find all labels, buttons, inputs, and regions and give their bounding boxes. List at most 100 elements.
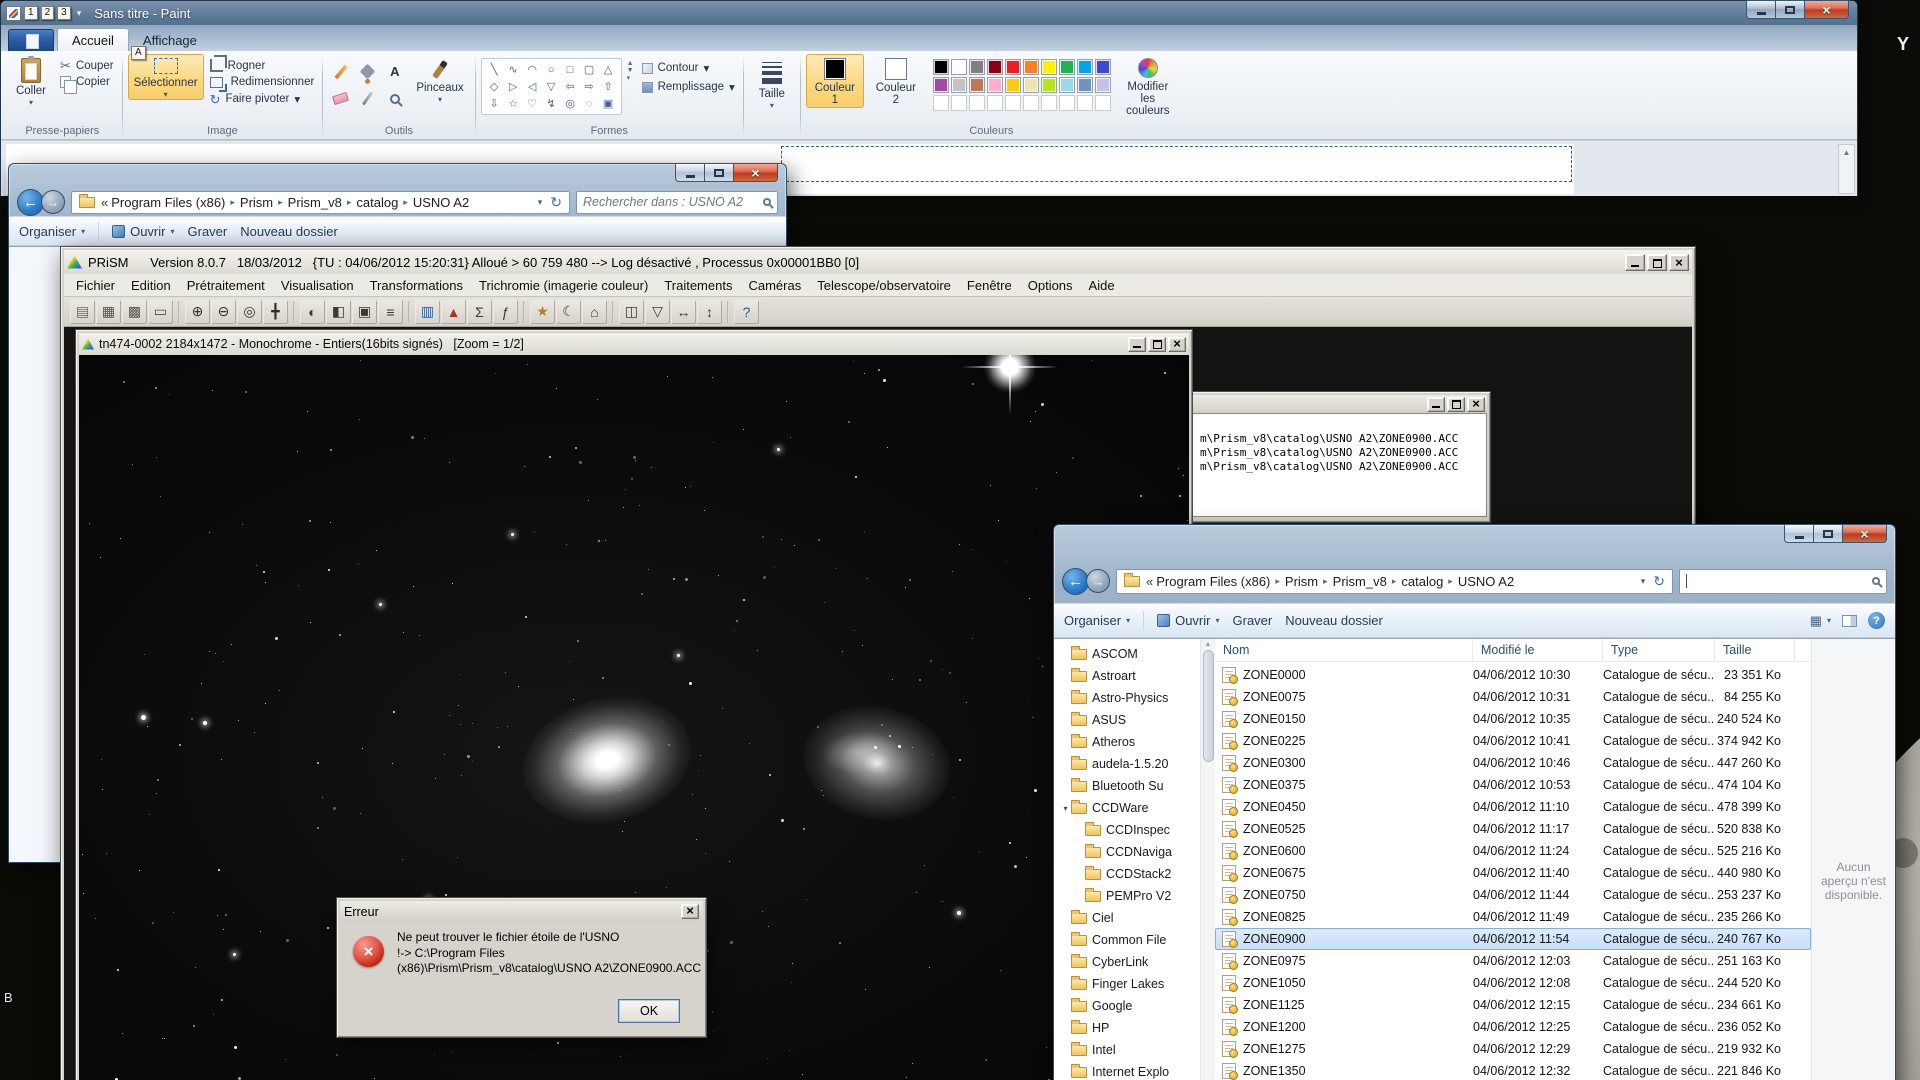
tree-item[interactable]: CCDStack2 xyxy=(1056,863,1200,885)
table-row[interactable]: ZONE0900 04/06/2012 11:54 Catalogue de s… xyxy=(1215,928,1811,950)
palette-color[interactable] xyxy=(933,77,949,93)
crop-button[interactable]: Rogner xyxy=(207,59,318,72)
shape-button[interactable]: ▽ xyxy=(542,78,561,95)
tree-item[interactable]: Astroart xyxy=(1056,665,1200,687)
toolbar-button[interactable]: ★ xyxy=(530,300,555,324)
paint-file-menu-button[interactable] xyxy=(8,29,54,51)
open-button[interactable]: Ouvrir▾ xyxy=(112,224,174,239)
shape-button[interactable]: ◠ xyxy=(523,61,542,78)
close-button[interactable]: × xyxy=(1669,254,1689,271)
toolbar-button[interactable]: ▭ xyxy=(148,300,173,324)
chevron-right-icon[interactable]: ▸ xyxy=(273,197,288,208)
maximize-button[interactable] xyxy=(1148,337,1166,352)
menu-item[interactable]: Prétraitement xyxy=(179,276,273,295)
qat-dropdown-icon[interactable]: ▾ xyxy=(74,8,85,19)
breadcrumb-segment[interactable]: Prism_v8▸ xyxy=(1333,574,1402,589)
breadcrumb-overflow-icon[interactable]: « xyxy=(1145,574,1156,589)
table-row[interactable]: ZONE0000 04/06/2012 10:30 Catalogue de s… xyxy=(1215,664,1811,686)
color2-button[interactable]: Couleur 2 xyxy=(867,54,925,108)
palette-color[interactable] xyxy=(1077,95,1093,111)
scroll-up-icon[interactable]: ▲ xyxy=(1843,148,1851,193)
minimize-button[interactable] xyxy=(675,163,705,182)
palette-color[interactable] xyxy=(951,59,967,75)
palette-color[interactable] xyxy=(1005,59,1021,75)
burn-button[interactable]: Graver xyxy=(188,224,228,239)
tree-item[interactable]: ASUS xyxy=(1056,709,1200,731)
address-dropdown-icon[interactable]: ▾ xyxy=(1637,576,1650,587)
toolbar-button[interactable] xyxy=(178,301,180,323)
tree-item[interactable]: Internet Explo xyxy=(1056,1061,1200,1080)
palette-color[interactable] xyxy=(1005,77,1021,93)
toolbar-button[interactable]: ◎ xyxy=(237,300,262,324)
shape-button[interactable]: ⇧ xyxy=(599,78,618,95)
table-row[interactable]: ZONE1275 04/06/2012 12:29 Catalogue de s… xyxy=(1215,1038,1811,1060)
table-row[interactable]: ZONE0075 04/06/2012 10:31 Catalogue de s… xyxy=(1215,686,1811,708)
palette-color[interactable] xyxy=(969,95,985,111)
help-button[interactable]: ? xyxy=(1868,612,1885,629)
table-row[interactable]: ZONE0750 04/06/2012 11:44 Catalogue de s… xyxy=(1215,884,1811,906)
toolbar-button[interactable]: ⊖ xyxy=(211,300,236,324)
open-button[interactable]: Ouvrir▾ xyxy=(1157,613,1219,628)
palette-color[interactable] xyxy=(1095,95,1111,111)
palette-color[interactable] xyxy=(1023,95,1039,111)
close-button[interactable]: × xyxy=(681,904,699,919)
toolbar-button[interactable]: ▥ xyxy=(415,300,440,324)
burn-button[interactable]: Graver xyxy=(1233,613,1273,628)
toolbar-button[interactable]: ▣ xyxy=(352,300,377,324)
refresh-icon[interactable]: ↻ xyxy=(546,194,566,211)
menu-item[interactable]: Edition xyxy=(123,276,179,295)
forward-button[interactable]: → xyxy=(1086,569,1110,593)
table-row[interactable]: ZONE0450 04/06/2012 11:10 Catalogue de s… xyxy=(1215,796,1811,818)
menu-item[interactable]: Trichromie (imagerie couleur) xyxy=(471,276,656,295)
tree-item[interactable]: Ciel xyxy=(1056,907,1200,929)
chevron-right-icon[interactable]: ▸ xyxy=(1443,576,1458,587)
ok-button[interactable]: OK xyxy=(618,999,680,1023)
palette-color[interactable] xyxy=(1023,77,1039,93)
toolbar-button[interactable]: ◫ xyxy=(619,300,644,324)
shape-button[interactable]: ▢ xyxy=(580,61,599,78)
paste-button[interactable]: Coller ▾ xyxy=(8,54,54,108)
tree-item[interactable]: CCDNaviga xyxy=(1056,841,1200,863)
table-row[interactable]: ZONE0825 04/06/2012 11:49 Catalogue de s… xyxy=(1215,906,1811,928)
toolbar-button[interactable] xyxy=(612,301,614,323)
table-row[interactable]: ZONE0150 04/06/2012 10:35 Catalogue de s… xyxy=(1215,708,1811,730)
palette-color[interactable] xyxy=(933,59,949,75)
maximize-button[interactable] xyxy=(1647,254,1667,271)
magnifier-tool-button[interactable] xyxy=(382,86,407,111)
toolbar-button[interactable] xyxy=(523,301,525,323)
close-button[interactable]: × xyxy=(733,163,778,182)
tree-item[interactable]: PEMPro V2 xyxy=(1056,885,1200,907)
breadcrumb-segment[interactable]: Program Files (x86)▸ xyxy=(1156,574,1285,589)
toolbar-button[interactable]: Σ xyxy=(467,300,492,324)
cut-button[interactable]: ✂Couper xyxy=(57,59,117,72)
palette-color[interactable] xyxy=(951,77,967,93)
breadcrumb-overflow-icon[interactable]: « xyxy=(100,195,111,210)
tree-item[interactable]: HP xyxy=(1056,1017,1200,1039)
chevron-right-icon[interactable]: ▸ xyxy=(1270,576,1285,587)
edit-colors-button[interactable]: Modifier les couleurs xyxy=(1119,54,1177,119)
palette-color[interactable] xyxy=(1023,59,1039,75)
menu-item[interactable]: Options xyxy=(1020,276,1081,295)
toolbar-button[interactable]: ↕ xyxy=(697,300,722,324)
breadcrumb-segment[interactable]: Prism▸ xyxy=(240,195,288,210)
fill-tool-button[interactable] xyxy=(355,59,380,84)
organize-button[interactable]: Organiser▾ xyxy=(1064,613,1130,628)
shape-button[interactable]: ↯ xyxy=(542,95,561,112)
toolbar-button[interactable]: ▲ xyxy=(441,300,466,324)
toolbar-button[interactable] xyxy=(727,301,729,323)
toolbar-button[interactable]: ⊕ xyxy=(185,300,210,324)
toolbar-button[interactable]: ☾ xyxy=(556,300,581,324)
shape-button[interactable]: ∿ xyxy=(504,61,523,78)
menu-item[interactable]: Transformations xyxy=(362,276,471,295)
tree-item[interactable]: Astro-Physics xyxy=(1056,687,1200,709)
menu-item[interactable]: Visualisation xyxy=(273,276,362,295)
shape-button[interactable]: ▷ xyxy=(504,78,523,95)
fill-style-button[interactable]: Remplissage▾ xyxy=(639,80,738,94)
search-box[interactable] xyxy=(576,191,778,214)
shape-button[interactable]: ○ xyxy=(542,61,561,78)
search-input[interactable] xyxy=(1687,574,1868,588)
table-row[interactable]: ZONE0675 04/06/2012 11:40 Catalogue de s… xyxy=(1215,862,1811,884)
palette-color[interactable] xyxy=(987,77,1003,93)
palette-color[interactable] xyxy=(933,95,949,111)
menu-item[interactable]: Caméras xyxy=(740,276,809,295)
